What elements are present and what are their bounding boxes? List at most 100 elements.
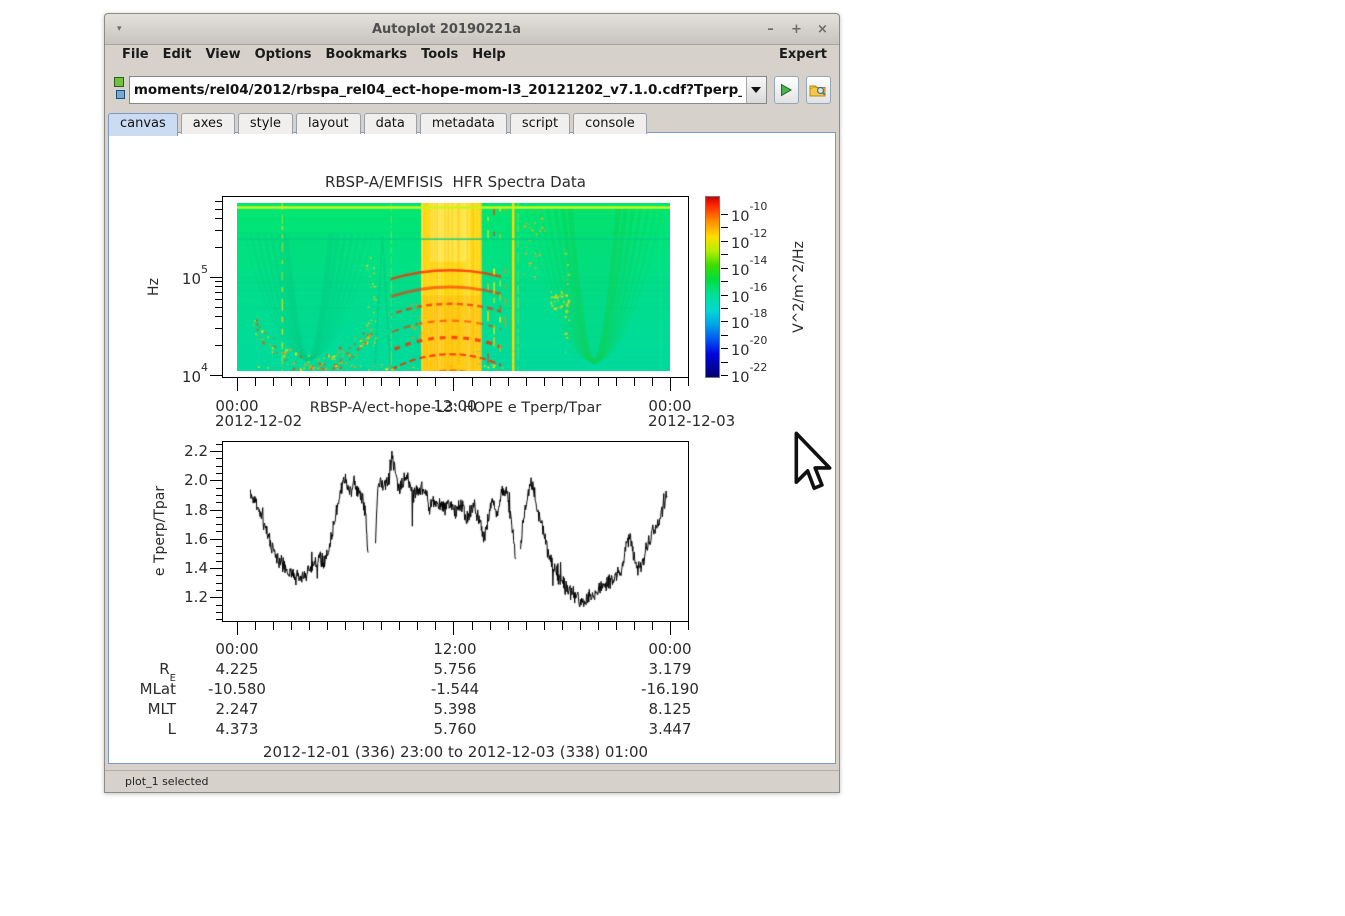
menu-tools[interactable]: Tools <box>414 47 465 62</box>
colorbar <box>705 196 720 378</box>
menu-bookmarks[interactable]: Bookmarks <box>319 47 415 62</box>
axis-tick <box>721 335 728 336</box>
address-row <box>105 74 839 105</box>
axis-tick <box>688 622 689 630</box>
context-row-label: L <box>167 720 176 738</box>
menu-help[interactable]: Help <box>465 47 512 62</box>
y-tick-label: 1.4 <box>184 559 208 577</box>
menu-view[interactable]: View <box>198 47 247 62</box>
context-row-label: RE <box>159 660 176 684</box>
axis-tick <box>721 281 728 282</box>
axis-tick <box>255 378 257 386</box>
axis-tick <box>216 590 222 591</box>
colorbar-tick-label: 10-12 <box>731 227 768 252</box>
axis-tick <box>633 378 635 386</box>
axis-tick <box>273 622 275 630</box>
tab-layout[interactable]: layout <box>296 113 361 134</box>
axis-tick <box>215 316 222 317</box>
axis-tick <box>216 502 222 503</box>
spectrogram-image[interactable] <box>237 203 670 371</box>
open-folder-icon <box>809 85 826 96</box>
axis-tick <box>543 378 545 386</box>
uri-input[interactable] <box>129 76 746 103</box>
axis-tick <box>489 622 491 630</box>
timeseries-xtick-12: 12:00 <box>433 640 477 658</box>
colorbar-tick-label: 10-22 <box>731 361 768 386</box>
axis-tick <box>345 378 347 386</box>
timeseries-plot[interactable] <box>223 442 688 621</box>
tab-script[interactable]: script <box>509 113 571 134</box>
status-bar: plot_1 selected <box>105 770 839 792</box>
axis-tick <box>543 622 545 630</box>
uri-dropdown-button[interactable] <box>745 76 766 103</box>
datasource-icon <box>113 76 127 103</box>
axis-tick <box>721 375 728 376</box>
context-row-value: 2.247 <box>215 700 259 718</box>
tab-metadata[interactable]: metadata <box>419 113 507 134</box>
axis-tick <box>363 378 365 386</box>
axis-tick <box>210 451 222 452</box>
axis-tick <box>210 597 222 598</box>
axis-tick <box>327 378 329 386</box>
axis-tick <box>435 378 437 386</box>
window-menu-icon[interactable]: ▾ <box>117 24 129 34</box>
expert-mode-label[interactable]: Expert <box>779 47 829 62</box>
timeseries-xtick-0: 00:00 <box>215 640 259 658</box>
axis-tick <box>721 321 728 322</box>
tab-console[interactable]: console <box>573 113 647 134</box>
axis-tick <box>216 583 222 584</box>
menu-edit[interactable]: Edit <box>156 47 199 62</box>
axis-tick <box>688 378 689 386</box>
axis-tick <box>399 378 401 386</box>
browse-button[interactable] <box>805 75 831 104</box>
axis-tick <box>237 378 238 391</box>
tab-style[interactable]: style <box>237 113 294 134</box>
axis-tick <box>215 247 222 248</box>
axis-tick <box>579 378 581 386</box>
chevron-down-icon <box>751 86 762 93</box>
axis-tick <box>507 622 509 630</box>
y-tick-label: 2.0 <box>184 471 208 489</box>
maximize-button[interactable]: + <box>790 22 803 37</box>
axis-tick <box>215 209 222 210</box>
axis-tick <box>721 308 728 309</box>
tab-bar: canvas axes style layout data metadata s… <box>105 112 839 136</box>
axis-tick <box>561 622 563 630</box>
axis-tick <box>489 378 491 386</box>
axis-tick <box>471 378 473 386</box>
axis-tick <box>255 622 257 630</box>
tab-canvas[interactable]: canvas <box>108 113 178 136</box>
axis-tick <box>309 622 311 630</box>
axis-tick <box>215 201 222 202</box>
axis-tick <box>216 495 222 496</box>
axis-tick <box>215 230 222 231</box>
axis-tick <box>669 622 671 635</box>
context-row-value: 3.447 <box>648 720 692 738</box>
axis-tick <box>417 622 419 630</box>
axis-tick <box>721 254 728 255</box>
menu-file[interactable]: File <box>115 47 156 62</box>
context-row-label: MLT <box>147 700 176 718</box>
timeseries-xtick-24: 00:00 <box>648 640 692 658</box>
close-button[interactable]: × <box>816 22 829 37</box>
plot-canvas[interactable]: RBSP-A/EMFISIS HFR Spectra Data Hz 105 1… <box>110 134 834 762</box>
status-text: plot_1 selected <box>125 775 209 788</box>
tab-axes[interactable]: axes <box>180 113 235 134</box>
go-button[interactable] <box>773 75 799 104</box>
axis-tick <box>216 517 222 518</box>
axis-tick <box>651 622 653 630</box>
axis-tick <box>721 241 728 242</box>
axis-tick <box>597 378 599 386</box>
axis-tick <box>216 488 222 489</box>
menu-options[interactable]: Options <box>248 47 319 62</box>
axis-tick <box>525 378 527 386</box>
axis-tick <box>216 546 222 547</box>
minimize-button[interactable]: – <box>764 22 777 37</box>
axis-tick <box>615 622 617 630</box>
tab-data[interactable]: data <box>363 113 417 134</box>
context-row-value: -1.544 <box>430 680 480 698</box>
axis-tick <box>721 362 728 363</box>
axis-tick <box>417 378 419 386</box>
axis-tick <box>216 575 222 576</box>
axis-tick <box>435 622 437 630</box>
